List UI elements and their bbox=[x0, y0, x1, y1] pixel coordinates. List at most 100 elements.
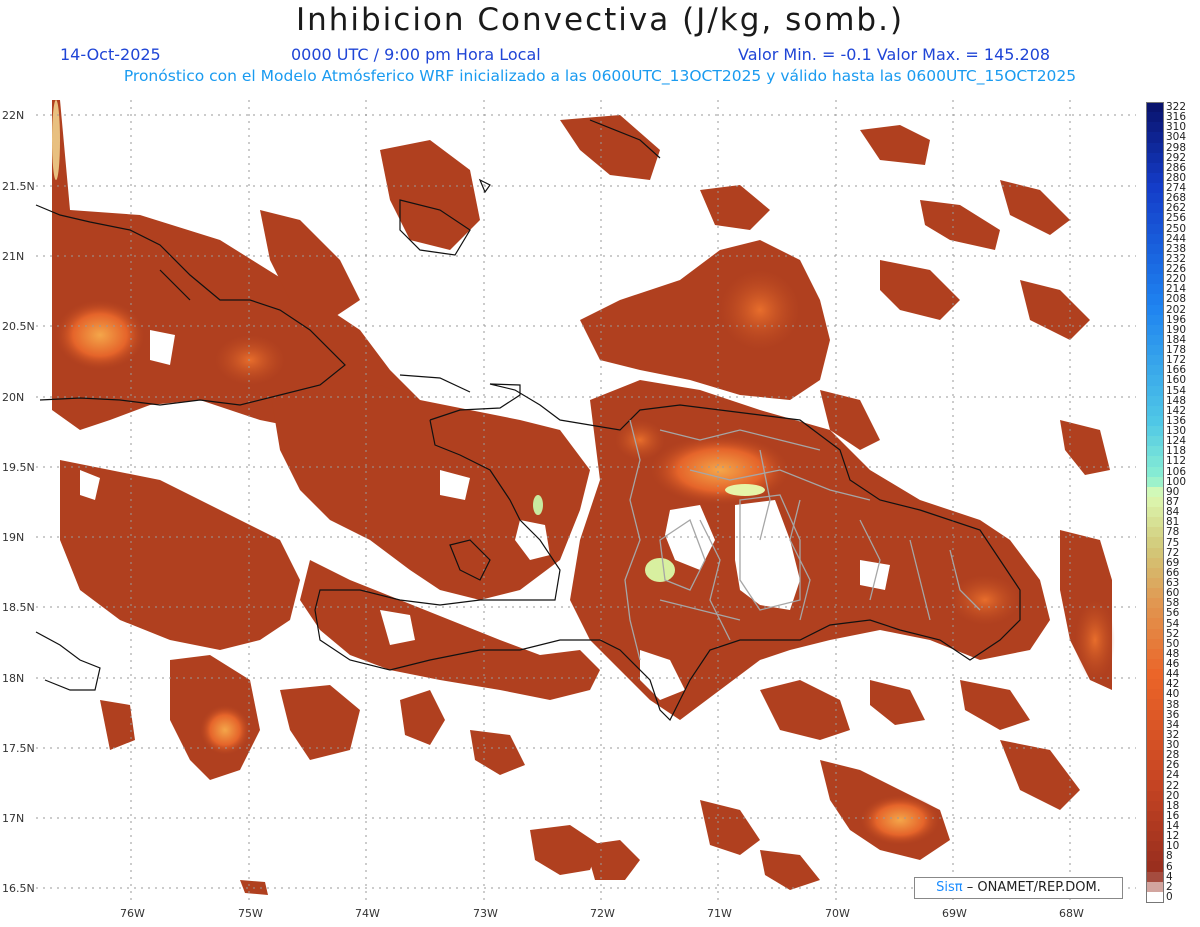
colorbar-swatch bbox=[1146, 760, 1164, 771]
colorbar-swatch bbox=[1146, 466, 1164, 478]
colorbar-label: 0 bbox=[1166, 890, 1173, 903]
colorbar-swatch bbox=[1146, 648, 1164, 660]
colorbar-label: 75 bbox=[1166, 536, 1180, 549]
credit-box: Sisπ – ONAMET/REP.DOM. bbox=[914, 877, 1123, 899]
colorbar-swatch bbox=[1146, 739, 1164, 751]
colorbar-swatch bbox=[1146, 355, 1164, 366]
colorbar-swatch bbox=[1146, 608, 1164, 619]
colorbar-swatch bbox=[1146, 122, 1164, 133]
colorbar-swatch bbox=[1146, 800, 1164, 812]
colorbar-swatch bbox=[1146, 871, 1164, 883]
colorbar-swatch bbox=[1146, 861, 1164, 873]
colorbar-swatch bbox=[1146, 547, 1164, 559]
colorbar-swatch bbox=[1146, 658, 1164, 670]
colorbar-swatch bbox=[1146, 729, 1164, 741]
colorbar-swatch bbox=[1146, 527, 1164, 538]
colorbar-swatch bbox=[1146, 193, 1164, 204]
lon-label: 69W bbox=[942, 907, 967, 920]
colorbar-swatch bbox=[1146, 496, 1164, 508]
lat-label: 18N bbox=[2, 672, 25, 685]
lat-label: 21.5N bbox=[2, 180, 35, 193]
colorbar-swatch bbox=[1146, 669, 1164, 680]
colorbar-swatch bbox=[1146, 476, 1164, 488]
colorbar-swatch bbox=[1146, 365, 1164, 376]
colorbar-label: 78 bbox=[1166, 526, 1180, 539]
lon-label: 70W bbox=[825, 907, 850, 920]
lat-label: 16.5N bbox=[2, 882, 35, 895]
colorbar-label: 304 bbox=[1166, 131, 1187, 144]
lat-label: 18.5N bbox=[2, 601, 35, 614]
colorbar-swatch bbox=[1146, 334, 1164, 346]
colorbar-swatch bbox=[1146, 112, 1164, 123]
colorbar-swatch bbox=[1146, 284, 1164, 295]
colorbar-swatch bbox=[1146, 567, 1164, 579]
colorbar-swatch bbox=[1146, 264, 1164, 275]
lat-label: 17.5N bbox=[2, 742, 35, 755]
colorbar-swatch bbox=[1146, 820, 1164, 832]
colorbar-swatch bbox=[1146, 679, 1164, 690]
colorbar-swatch bbox=[1146, 415, 1164, 427]
colorbar-swatch bbox=[1146, 142, 1164, 154]
colorbar-swatch bbox=[1146, 537, 1164, 549]
lat-label: 17N bbox=[2, 812, 25, 825]
colorbar-swatch bbox=[1146, 375, 1164, 387]
colorbar-swatch bbox=[1146, 233, 1164, 245]
colorbar-swatch bbox=[1146, 719, 1164, 731]
colorbar-swatch bbox=[1146, 841, 1164, 852]
colorbar-swatch bbox=[1146, 243, 1164, 255]
colorbar-swatch bbox=[1146, 588, 1164, 599]
colorbar-swatch bbox=[1146, 851, 1164, 862]
cin-field bbox=[52, 100, 1115, 895]
colorbar-swatch bbox=[1146, 881, 1164, 893]
colorbar-swatch bbox=[1146, 426, 1164, 437]
colorbar-swatch bbox=[1146, 294, 1164, 306]
credit-brand: Sisπ bbox=[936, 880, 963, 895]
lat-label: 21N bbox=[2, 250, 25, 263]
colorbar-swatch bbox=[1146, 132, 1164, 143]
colorbar-swatch bbox=[1146, 345, 1164, 356]
colorbar-swatch bbox=[1146, 831, 1164, 842]
colorbar-swatch bbox=[1146, 709, 1164, 721]
lon-label: 71W bbox=[707, 907, 732, 920]
cin-map bbox=[35, 100, 1136, 900]
lat-label: 22N bbox=[2, 109, 25, 122]
colorbar-swatch bbox=[1146, 223, 1164, 235]
colorbar-label: 56 bbox=[1166, 607, 1180, 620]
colorbar-swatch bbox=[1146, 385, 1164, 397]
colorbar-swatch bbox=[1146, 203, 1164, 214]
colorbar-swatch bbox=[1146, 324, 1164, 336]
lon-label: 76W bbox=[120, 907, 145, 920]
colorbar-label: 40 bbox=[1166, 688, 1180, 701]
colorbar-swatch bbox=[1146, 810, 1164, 822]
colorbar-swatch bbox=[1146, 628, 1164, 640]
colorbar-swatch bbox=[1146, 162, 1164, 174]
colorbar-swatch bbox=[1146, 172, 1164, 184]
colorbar-swatch bbox=[1146, 689, 1164, 700]
colorbar-swatch bbox=[1146, 213, 1164, 225]
colorbar-swatch bbox=[1146, 507, 1164, 518]
lon-label: 68W bbox=[1059, 907, 1084, 920]
colorbar-swatch bbox=[1146, 790, 1164, 802]
colorbar-swatch bbox=[1146, 557, 1164, 569]
colorbar-swatch bbox=[1146, 750, 1164, 761]
colorbar-swatch bbox=[1146, 486, 1164, 498]
colorbar-swatch bbox=[1146, 699, 1164, 711]
colorbar-swatch bbox=[1146, 183, 1164, 194]
colorbar-swatch bbox=[1146, 780, 1164, 792]
lon-label: 72W bbox=[590, 907, 615, 920]
lon-label: 75W bbox=[238, 907, 263, 920]
lat-label: 19N bbox=[2, 531, 25, 544]
colorbar-swatch bbox=[1146, 577, 1164, 589]
lat-label: 20N bbox=[2, 391, 25, 404]
lon-label: 74W bbox=[355, 907, 380, 920]
colorbar-label: 256 bbox=[1166, 212, 1187, 225]
colorbar-label: 160 bbox=[1166, 374, 1187, 387]
colorbar-swatch bbox=[1146, 598, 1164, 609]
colorbar-swatch bbox=[1146, 446, 1164, 457]
colorbar-swatch bbox=[1146, 436, 1164, 447]
lat-label: 19.5N bbox=[2, 461, 35, 474]
colorbar-swatch bbox=[1146, 274, 1164, 285]
colorbar-swatch bbox=[1146, 395, 1164, 407]
lon-label: 73W bbox=[473, 907, 498, 920]
lat-label: 20.5N bbox=[2, 320, 35, 333]
